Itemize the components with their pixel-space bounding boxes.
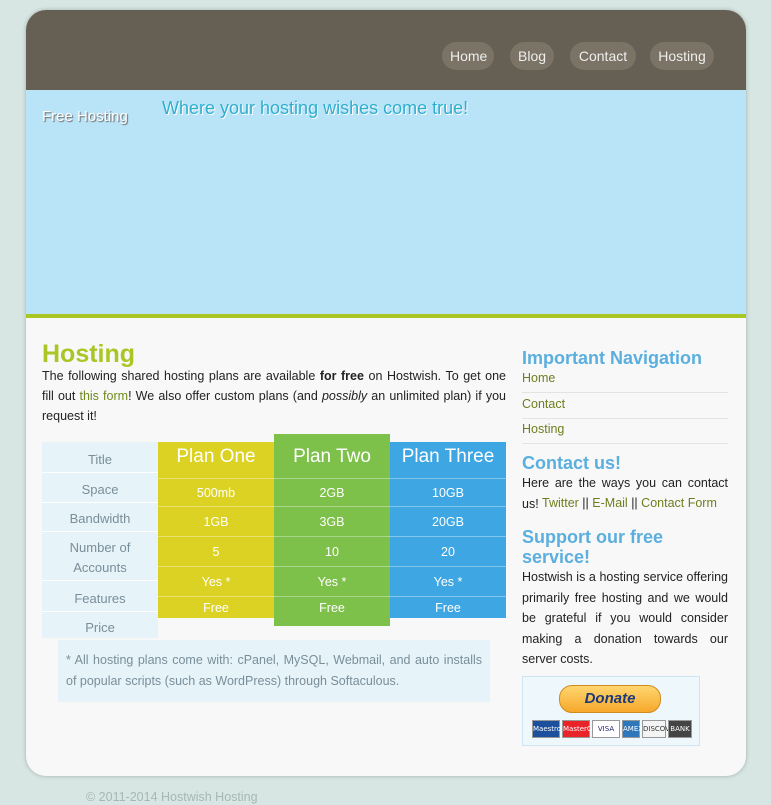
nav-blog-button[interactable]: Blog — [510, 42, 554, 70]
plan-bandwidth: 20GB — [390, 506, 506, 537]
sidebar-link-home[interactable]: Home — [522, 368, 728, 393]
row-label-features: Features — [42, 589, 158, 612]
nav-contact-button[interactable]: Contact — [570, 42, 636, 70]
plan-space: 2GB — [274, 478, 390, 507]
plan-accounts: 5 — [158, 536, 274, 567]
plan-accounts: 20 — [390, 536, 506, 567]
bank-transfer-icon: BANK — [668, 720, 692, 738]
donate-widget: Donate Maestro MasterCard VISA AMEX DISC… — [522, 676, 700, 746]
nav-home-button[interactable]: Home — [442, 42, 494, 70]
intro-paragraph: The following shared hosting plans are a… — [42, 366, 506, 426]
nav-hosting-button[interactable]: Hosting — [650, 42, 714, 70]
twitter-link[interactable]: Twitter — [542, 496, 579, 510]
amex-card-icon: AMEX — [622, 720, 643, 738]
page-title: Hosting — [42, 340, 136, 368]
sidebar-support-heading: Support our free service! — [522, 527, 664, 567]
sidebar-link-contact[interactable]: Contact — [522, 394, 728, 419]
intro-italic-text: possibly — [321, 389, 368, 403]
plan-row-labels: Title Space Bandwidth Number of Accounts… — [42, 442, 158, 638]
row-label-bandwidth: Bandwidth — [42, 509, 158, 532]
plan-bandwidth: 3GB — [274, 506, 390, 537]
plan-price: Free — [390, 596, 506, 619]
signup-form-link[interactable]: this form — [79, 389, 128, 403]
plan-title: Plan Two — [293, 446, 371, 467]
plan-features: Yes * — [390, 566, 506, 597]
banner-divider — [26, 314, 746, 318]
donate-button[interactable]: Donate — [559, 685, 661, 713]
row-label-title: Title — [42, 450, 158, 473]
link-separator: || — [582, 496, 589, 510]
plan-features: Yes * — [158, 566, 274, 597]
sidebar-link-hosting[interactable]: Hosting — [522, 419, 728, 444]
plan-price: Free — [158, 596, 274, 619]
site-logo-text[interactable]: Free Hosting — [42, 108, 128, 125]
discover-card-icon: DISCOVER — [642, 720, 679, 738]
top-navigation-bar: Home Blog Contact Hosting — [26, 10, 746, 90]
header-banner — [26, 90, 746, 314]
plan-two-column: Plan Two 2GB 3GB 10 Yes * Free — [274, 434, 390, 626]
plan-features: Yes * — [274, 566, 390, 597]
maestro-card-icon: Maestro — [532, 720, 561, 738]
sidebar-contact-heading: Contact us! — [522, 453, 621, 473]
intro-text: The following shared hosting plans are a… — [42, 369, 320, 383]
intro-text: ! We also offer custom plans (and — [128, 389, 322, 403]
plan-title: Plan One — [176, 446, 256, 467]
email-link[interactable]: E-Mail — [592, 496, 627, 510]
visa-card-icon: VISA — [592, 720, 620, 738]
plan-bandwidth: 1GB — [158, 506, 274, 537]
sidebar-nav-heading: Important Navigation — [522, 348, 703, 368]
plan-space: 10GB — [390, 478, 506, 507]
intro-bold-text: for free — [319, 369, 364, 383]
mastercard-card-icon: MasterCard — [562, 720, 603, 738]
plan-title: Plan Three — [401, 446, 495, 467]
plan-three-column: Plan Three 10GB 20GB 20 Yes * Free — [390, 442, 506, 618]
contact-form-link[interactable]: Contact Form — [641, 496, 717, 510]
plan-price: Free — [274, 596, 390, 619]
contact-links: Twitter || E-Mail || Contact Form — [542, 496, 717, 510]
row-label-price: Price — [85, 620, 115, 635]
plan-space: 500mb — [158, 478, 274, 507]
site-tagline: Where your hosting wishes come true! — [162, 98, 469, 118]
row-label-space: Space — [42, 480, 158, 503]
row-label-accounts: Number of Accounts — [42, 538, 158, 581]
page-container: Home Blog Contact Hosting Free Hosting W… — [26, 10, 746, 776]
support-text: Hostwish is a hosting service offering p… — [522, 570, 728, 666]
footer-copyright: © 2011-2014 Hostwish Hosting — [86, 790, 258, 804]
plans-footnote: * All hosting plans come with: cPanel, M… — [58, 640, 490, 702]
plan-one-column: Plan One 500mb 1GB 5 Yes * Free — [158, 442, 274, 618]
plan-accounts: 10 — [274, 536, 390, 567]
link-separator: || — [631, 496, 638, 510]
